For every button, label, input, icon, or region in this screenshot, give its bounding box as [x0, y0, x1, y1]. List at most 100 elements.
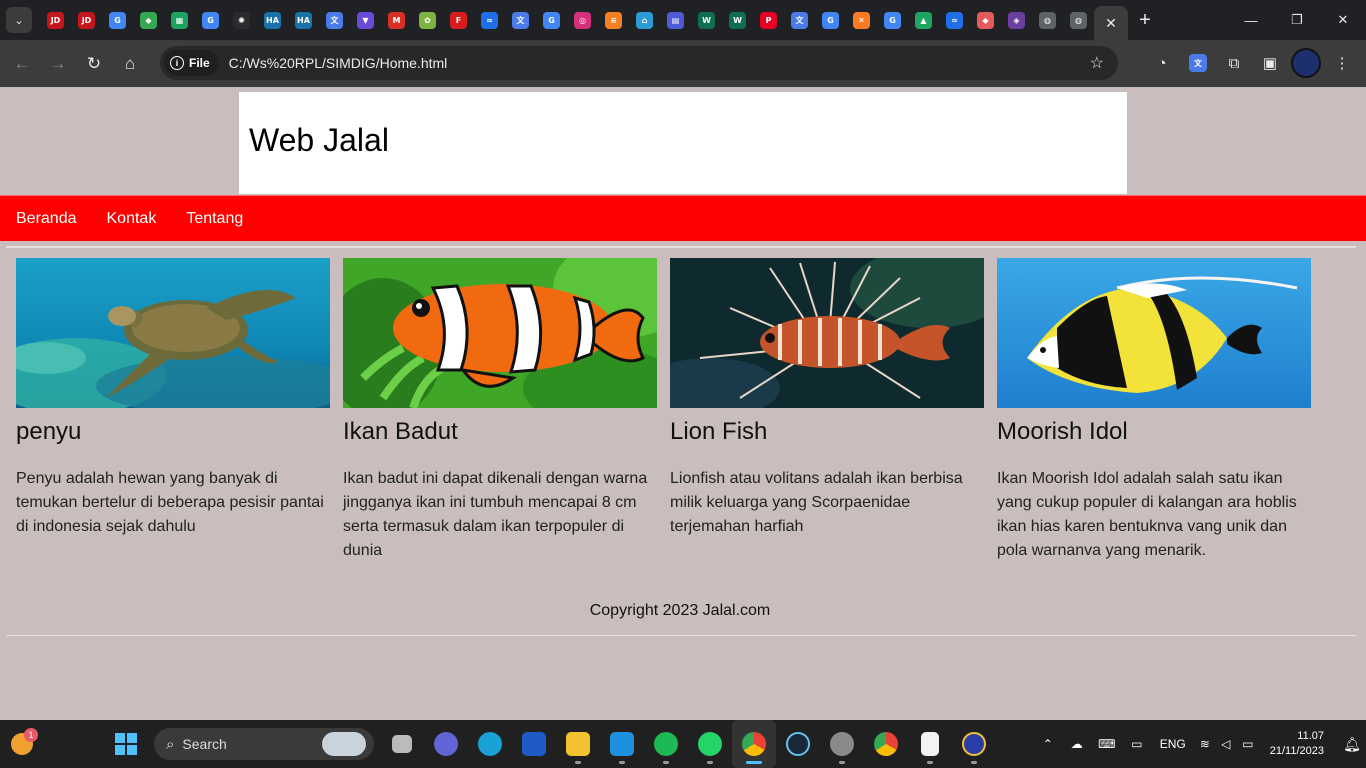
menu-kebab-icon[interactable]: ⋮: [1326, 46, 1358, 80]
battery-icon[interactable]: ▭: [1236, 737, 1260, 751]
volume-icon[interactable]: ◁: [1216, 737, 1236, 751]
browser-tab[interactable]: G: [102, 0, 133, 40]
site-info-chip[interactable]: i File: [164, 50, 219, 76]
browser-tab[interactable]: ◆: [133, 0, 164, 40]
home-button[interactable]: ⌂: [112, 46, 148, 82]
side-panel-icon[interactable]: ▣: [1254, 46, 1286, 80]
profile-button[interactable]: [1290, 46, 1322, 80]
browser-tab[interactable]: G: [536, 0, 567, 40]
bell-icon[interactable]: 🔔︎: [1338, 736, 1366, 753]
taskbar-app-edge[interactable]: [468, 720, 512, 768]
back-button[interactable]: ←: [4, 46, 40, 82]
browser-tab[interactable]: ◍: [1032, 0, 1063, 40]
nav-kontak[interactable]: Kontak: [107, 210, 157, 228]
nav-tentang[interactable]: Tentang: [186, 210, 243, 228]
taskbar-app-spotify[interactable]: [644, 720, 688, 768]
jd-icon: JD: [47, 11, 64, 29]
forward-button[interactable]: →: [40, 46, 76, 82]
taskbar-app-settings[interactable]: [820, 720, 864, 768]
weather-widget[interactable]: 1: [0, 720, 44, 768]
browser-tab[interactable]: ≈: [939, 0, 970, 40]
extensions-icon[interactable]: ⧉: [1218, 46, 1250, 80]
globe-icon: ◍: [1070, 11, 1087, 29]
browser-tab[interactable]: ◈: [1001, 0, 1032, 40]
taskbar-app-whatsapp[interactable]: [688, 720, 732, 768]
bookmark-star-icon[interactable]: ☆: [1090, 53, 1104, 73]
close-window-button[interactable]: ✕: [1320, 0, 1366, 40]
browser-tab[interactable]: ≡: [598, 0, 629, 40]
browser-tab[interactable]: G: [877, 0, 908, 40]
browser-tab-strip: ⌄ JD JD G ◆ ▦ G ✺ HA HA 文 ▼ M ✿ F ≈ 文 G ◎ ≡ ⌂ ▤ W W P 文 G ✕ G ▲ ≈ ◆ ◈ ◍ ◍…: [0, 0, 1366, 40]
browser-tab[interactable]: ✕: [846, 0, 877, 40]
browser-tab[interactable]: W: [722, 0, 753, 40]
notification-badge: 1: [24, 728, 38, 742]
browser-tab[interactable]: HA: [257, 0, 288, 40]
tab-search-button[interactable]: ⌄: [6, 7, 32, 33]
taskbar-app-chrome-2[interactable]: [864, 720, 908, 768]
taskbar-app-notepad[interactable]: [908, 720, 952, 768]
cloud-icon[interactable]: ☁: [1062, 737, 1092, 751]
url-text[interactable]: C:/Ws%20RPL/SIMDIG/Home.html: [229, 55, 448, 71]
tablet-icon[interactable]: ▭: [1122, 737, 1152, 751]
avatar: [1291, 48, 1321, 78]
browser-tab[interactable]: ◍: [1063, 0, 1094, 40]
seal-icon: [322, 732, 366, 756]
performance-icon[interactable]: ◔: [1146, 46, 1178, 80]
browser-tab[interactable]: G: [815, 0, 846, 40]
card-title: Ikan Badut: [343, 418, 458, 445]
browser-tab[interactable]: ⌂: [629, 0, 660, 40]
taskbar-app-vscode[interactable]: [600, 720, 644, 768]
taskbar-app-word[interactable]: [512, 720, 556, 768]
translate-extension-icon[interactable]: 文: [1182, 46, 1214, 80]
edge-icon: [478, 732, 502, 756]
browser-tab[interactable]: JD: [71, 0, 102, 40]
browser-tab[interactable]: JD: [40, 0, 71, 40]
language-indicator[interactable]: ENG: [1152, 737, 1194, 751]
nav-beranda[interactable]: Beranda: [16, 210, 77, 228]
browser-tab[interactable]: ▤: [660, 0, 691, 40]
turtle-image: [16, 258, 330, 408]
browser-tab[interactable]: 文: [505, 0, 536, 40]
restore-button[interactable]: ❐: [1274, 0, 1320, 40]
browser-tab[interactable]: ▦: [164, 0, 195, 40]
taskbar-app-chrome[interactable]: [732, 720, 776, 768]
browser-tab[interactable]: 文: [784, 0, 815, 40]
tab-active[interactable]: ✕: [1094, 6, 1128, 40]
close-icon[interactable]: ✕: [1105, 15, 1117, 32]
address-bar[interactable]: i File C:/Ws%20RPL/SIMDIG/Home.html ☆: [160, 46, 1118, 80]
taskbar-app-meet[interactable]: [424, 720, 468, 768]
browser-tab[interactable]: ✺: [226, 0, 257, 40]
taskbar-app-explorer[interactable]: [556, 720, 600, 768]
browser-tab[interactable]: HA: [288, 0, 319, 40]
browser-tab[interactable]: P: [753, 0, 784, 40]
clock[interactable]: 11.07 21/11/2023: [1270, 729, 1324, 759]
browser-tab[interactable]: G: [195, 0, 226, 40]
chevron-up-icon[interactable]: ⌃: [1034, 737, 1062, 751]
browser-tab[interactable]: ▲: [908, 0, 939, 40]
taskbar-search[interactable]: ⌕ Search: [154, 728, 374, 760]
windows-icon: [115, 733, 137, 755]
browser-tab[interactable]: ▼: [350, 0, 381, 40]
google-icon: G: [202, 11, 219, 29]
browser-tab[interactable]: 文: [319, 0, 350, 40]
taskbar-app-game[interactable]: [952, 720, 996, 768]
browser-tab[interactable]: W: [691, 0, 722, 40]
browser-tab[interactable]: ◆: [970, 0, 1001, 40]
minimize-button[interactable]: —: [1228, 0, 1274, 40]
browser-tab[interactable]: F: [443, 0, 474, 40]
new-tab-button[interactable]: +: [1128, 0, 1162, 40]
taskbar-app-steam[interactable]: [776, 720, 820, 768]
keyboard-icon[interactable]: ⌨: [1092, 737, 1122, 751]
google-icon: G: [109, 11, 126, 29]
browser-tab[interactable]: ✿: [412, 0, 443, 40]
task-view-button[interactable]: [380, 720, 424, 768]
wifi-icon[interactable]: ≋: [1194, 737, 1216, 751]
ha-icon: HA: [295, 11, 312, 29]
system-tray: ⌃ ☁ ⌨ ▭ ENG ≋ ◁ ▭ 11.07 21/11/2023 🔔︎: [1034, 720, 1366, 768]
browser-tab[interactable]: M: [381, 0, 412, 40]
reload-button[interactable]: ↻: [76, 46, 112, 82]
browser-tab[interactable]: ≈: [474, 0, 505, 40]
browser-tab[interactable]: ◎: [567, 0, 598, 40]
file-icon: [921, 732, 939, 756]
start-button[interactable]: [104, 720, 148, 768]
